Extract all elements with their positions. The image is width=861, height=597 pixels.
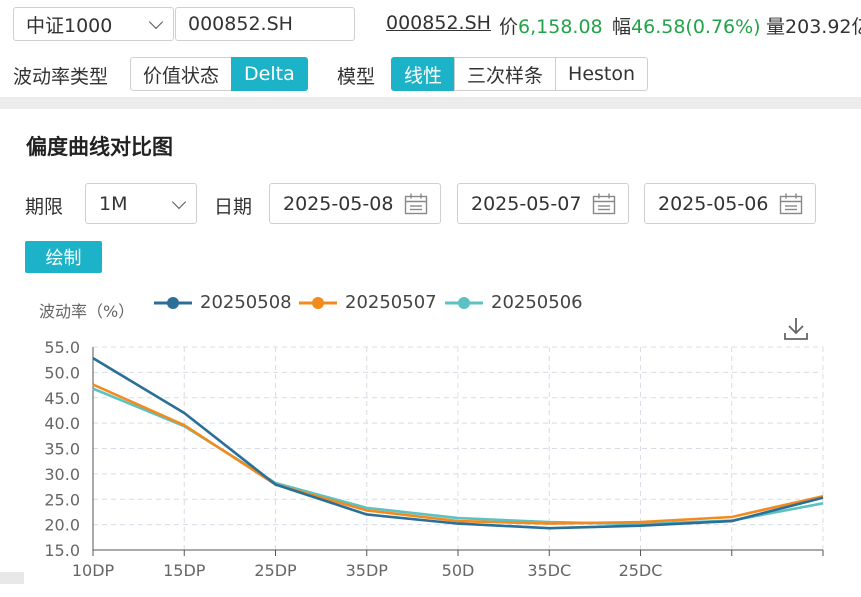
- draw-button[interactable]: 绘制: [25, 241, 102, 273]
- watermark: ⠀⠀⠀⠀⠀⠀: [693, 567, 785, 592]
- index-select[interactable]: 中证1000: [13, 7, 174, 41]
- chevron-down-icon: [148, 14, 164, 30]
- term-select-value: 1M: [99, 192, 128, 215]
- legend-label-2: 20250507: [345, 292, 437, 313]
- y-tick-label: 20.0: [44, 516, 80, 535]
- code-input-value: 000852.SH: [188, 13, 293, 35]
- vol-type-delta[interactable]: Delta: [231, 57, 308, 91]
- page-title: 偏度曲线对比图: [26, 135, 173, 159]
- skew-chart: 15.0 20.0 25.0 30.0 35.0 40.0 45.0 50.0 55.0 10D…: [44, 338, 824, 580]
- legend-item-3[interactable]: 20250506: [445, 292, 583, 313]
- legend-marker-2: [299, 296, 337, 309]
- x-tick-label: 35DC: [527, 561, 571, 580]
- x-tick-label: 35DP: [346, 561, 389, 580]
- price-quote: 价6,158.08: [499, 16, 603, 38]
- y-tick-label: 25.0: [44, 490, 80, 509]
- calendar-icon: [404, 193, 428, 215]
- volume-quote: 量203.92亿: [766, 16, 861, 38]
- x-tick-label: 50D: [442, 561, 475, 580]
- x-tick-labels: 10DP 15DP 25DP 35DP 50D 35DC 25DC: [72, 561, 663, 580]
- y-tick-label: 40.0: [44, 414, 80, 433]
- date-picker-2[interactable]: 2025-05-07: [457, 183, 629, 224]
- date-label: 日期: [214, 196, 253, 218]
- model-heston[interactable]: Heston: [555, 57, 649, 91]
- calendar-icon: [779, 193, 803, 215]
- model-cubic-spline[interactable]: 三次样条: [454, 57, 557, 91]
- x-tick-label: 10DP: [72, 561, 115, 580]
- chevron-down-icon: [171, 194, 187, 209]
- x-tick-label: 15DP: [163, 561, 206, 580]
- code-input[interactable]: 000852.SH: [175, 7, 355, 41]
- model-label: 模型: [337, 66, 376, 88]
- date-picker-3-value: 2025-05-06: [658, 192, 769, 215]
- legend-item-1[interactable]: 20250508: [154, 292, 292, 313]
- y-tick-label: 50.0: [44, 363, 80, 382]
- horizontal-scrollbar[interactable]: [0, 572, 24, 584]
- vol-type-group: 价值状态 Delta: [130, 57, 308, 91]
- y-tick-label: 15.0: [44, 541, 80, 560]
- change-quote: 幅46.58(0.76%): [612, 16, 761, 38]
- term-select[interactable]: 1M: [85, 183, 197, 224]
- index-select-value: 中证1000: [26, 14, 113, 37]
- section-divider: [0, 97, 861, 109]
- calendar-icon: [592, 193, 616, 215]
- model-linear[interactable]: 线性: [391, 57, 456, 91]
- date-picker-3[interactable]: 2025-05-06: [644, 183, 816, 224]
- y-axis-label: 波动率（%）: [39, 302, 135, 321]
- legend-label-3: 20250506: [491, 292, 583, 313]
- quote-code[interactable]: 000852.SH: [386, 12, 491, 34]
- date-picker-2-value: 2025-05-07: [471, 192, 582, 215]
- x-tick-label: 25DC: [619, 561, 663, 580]
- model-group: 线性 三次样条 Heston: [391, 57, 649, 91]
- x-tick-label: 25DP: [254, 561, 297, 580]
- y-tick-label: 55.0: [44, 338, 80, 357]
- vol-type-value-state[interactable]: 价值状态: [130, 57, 233, 91]
- date-picker-1[interactable]: 2025-05-08: [269, 183, 441, 224]
- date-picker-1-value: 2025-05-08: [283, 192, 394, 215]
- legend-item-2[interactable]: 20250507: [299, 292, 437, 313]
- vol-type-label: 波动率类型: [13, 66, 109, 88]
- y-tick-labels: 15.0 20.0 25.0 30.0 35.0 40.0 45.0 50.0 55.0: [44, 338, 80, 560]
- term-label: 期限: [25, 196, 64, 218]
- chart-grid: [93, 346, 824, 550]
- y-tick-label: 30.0: [44, 465, 80, 484]
- legend-marker-1: [154, 296, 192, 309]
- y-tick-label: 35.0: [44, 440, 80, 459]
- y-tick-label: 45.0: [44, 389, 80, 408]
- legend-label-1: 20250508: [200, 292, 292, 313]
- legend-marker-3: [445, 296, 483, 309]
